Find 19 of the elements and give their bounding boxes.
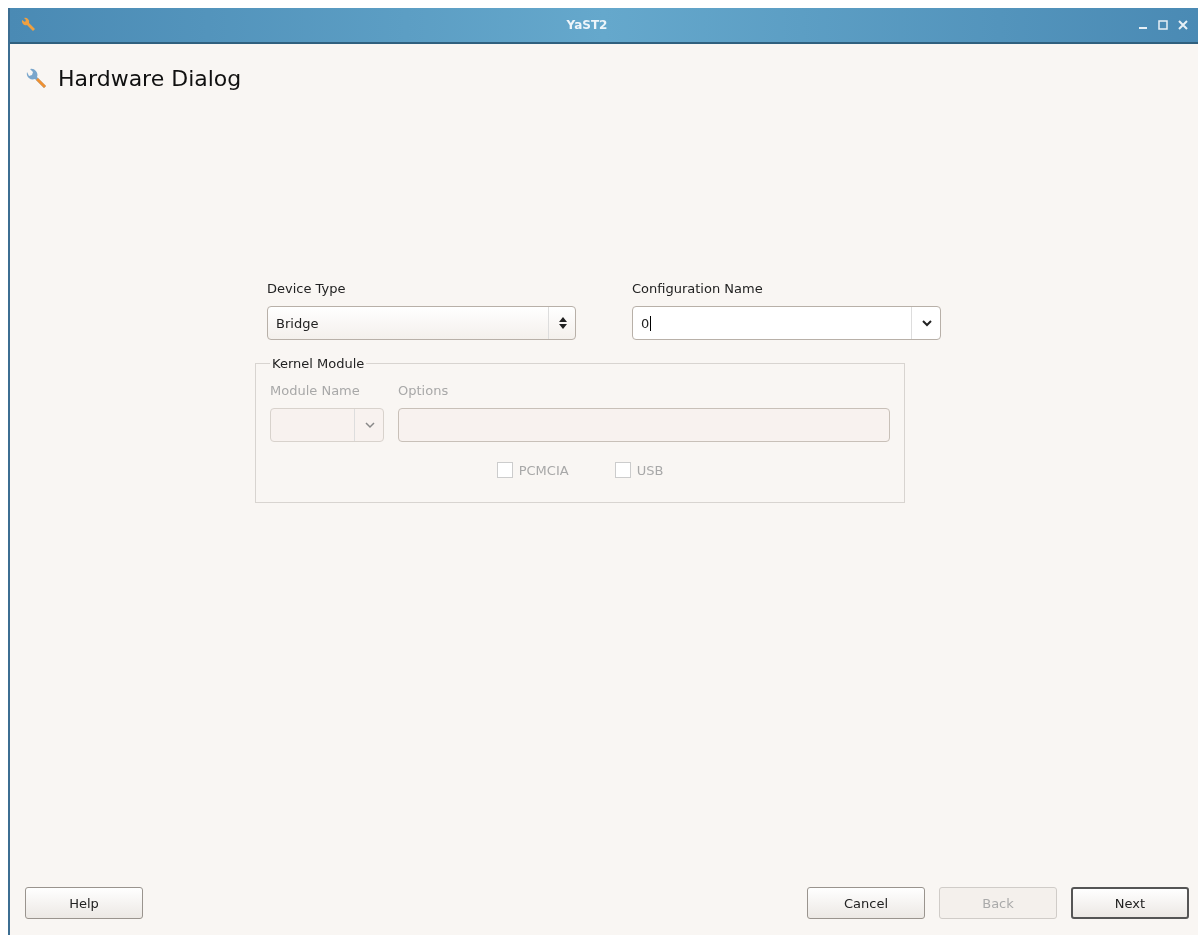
group-title: Kernel Module [271, 356, 366, 371]
wrench-icon [20, 17, 36, 33]
updown-icon [559, 317, 567, 329]
wrench-icon [24, 66, 48, 91]
help-button[interactable]: Help [25, 887, 143, 919]
window-title: YaST2 [565, 18, 609, 32]
field-label: Module Name [270, 383, 361, 398]
configuration-name-field[interactable]: 0 [632, 306, 941, 340]
options-field[interactable] [398, 408, 890, 442]
dialog-button[interactable]: Cancel [807, 887, 925, 919]
chevron-down-icon[interactable] [922, 319, 932, 327]
dialog-title: Hardware Dialog [58, 66, 242, 91]
maximize-icon[interactable] [1158, 20, 1168, 30]
field-label: Options [398, 383, 450, 398]
field-label: Configuration Name [632, 281, 764, 296]
close-icon[interactable] [1178, 20, 1188, 30]
device-type-combo[interactable]: Bridge [267, 306, 576, 340]
dialog-button[interactable]: Next [1071, 887, 1189, 919]
field-label: Device Type [267, 281, 347, 296]
